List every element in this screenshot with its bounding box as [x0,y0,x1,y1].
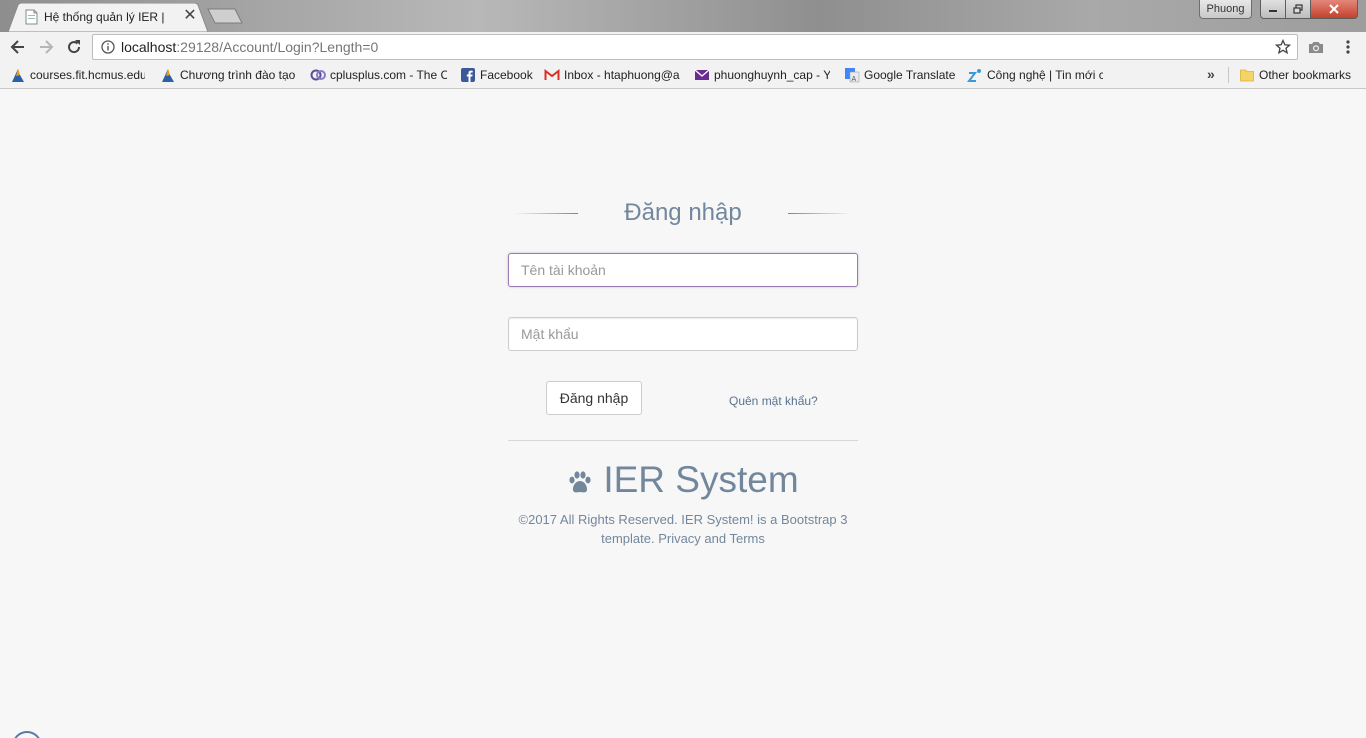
moodle-icon [10,67,26,83]
other-bookmarks-label: Other bookmarks [1259,68,1352,82]
svg-text:A: A [852,76,857,83]
bookmark-star-icon[interactable] [1275,39,1291,55]
profile-button[interactable]: Phuong [1199,0,1252,19]
bookmark-label: courses.fit.hcmus.edu [30,68,145,82]
restore-button[interactable] [1286,0,1311,19]
bookmark-label: cplusplus.com - The C [330,68,447,82]
tab-close-icon[interactable]: ✕ [183,8,197,24]
bookmark-label: Google Translate [864,68,956,82]
page-favicon-icon [25,9,38,25]
url-host: localhost [121,39,177,55]
bookmark-label: Công nghệ | Tin mới c [987,68,1103,82]
bookmark-label: phuonghuynh_cap - Y [714,68,830,82]
minimize-icon [1269,10,1277,12]
bookmark-item[interactable]: Chương trình đào tạo [160,67,295,83]
copyright-text: ©2017 All Rights Reserved. IER System! i… [518,512,848,546]
zing-icon [967,67,983,83]
bookmark-item[interactable]: Inbox - htaphuong@a [544,67,680,83]
window-close-icon [1329,4,1339,14]
browser-menu-icon[interactable] [1343,39,1353,55]
bookmarks-overflow-chevron-icon[interactable]: » [1207,66,1215,82]
url-path: :29128/Account/Login?Length=0 [176,39,379,55]
other-bookmarks[interactable]: Other bookmarks [1239,67,1351,83]
bookmark-item[interactable]: cplusplus.com - The C [310,67,447,83]
login-button[interactable]: Đăng nhập [546,381,642,415]
browser-toolbar: localhost:29128/Account/Login?Length=0 [0,32,1366,62]
username-input[interactable] [508,253,858,287]
gmail-icon [544,67,560,83]
facebook-icon [460,67,476,83]
bookmark-label: Facebook [480,68,533,82]
moodle-icon [160,67,176,83]
bookmark-item[interactable]: courses.fit.hcmus.edu [10,67,145,83]
bookmark-label: Inbox - htaphuong@a [564,68,680,82]
tab-title: Hệ thống quản lý IER | [44,10,165,24]
bookmark-item[interactable]: Facebook [460,67,533,83]
section-divider [508,440,858,441]
bookmark-label: Chương trình đào tạo [180,68,296,82]
bookmark-item[interactable]: Công nghệ | Tin mới c [967,67,1103,83]
new-tab-button[interactable] [207,8,243,24]
window-close-button[interactable] [1311,0,1358,19]
heading-line-right [788,213,852,214]
forgot-password-link[interactable]: Quên mật khẩu? [729,394,818,408]
login-heading-row: Đăng nhập [508,198,858,228]
bookmark-item[interactable]: A Google Translate [844,67,955,83]
yahoo-mail-icon [694,67,710,83]
address-bar[interactable]: localhost:29128/Account/Login?Length=0 [92,34,1298,60]
site-info-icon[interactable] [101,40,115,54]
reload-icon[interactable] [64,37,84,57]
minimize-button[interactable] [1260,0,1286,19]
back-arrow-icon[interactable] [8,37,28,57]
url-text[interactable]: localhost:29128/Account/Login?Length=0 [121,39,378,56]
paw-icon [569,471,591,493]
forward-arrow-icon[interactable] [36,37,56,57]
bookmarks-separator [1228,67,1229,83]
browser-titlebar: Hệ thống quản lý IER | ✕ Phuong [0,0,1366,32]
window-controls [1260,0,1358,19]
restore-icon [1293,4,1303,14]
folder-icon [1239,67,1255,83]
browser-tab-active[interactable]: Hệ thống quản lý IER | ✕ [8,3,208,32]
login-page: Đăng nhập Đăng nhập Quên mật khẩu? IER S… [0,90,1366,738]
password-input[interactable] [508,317,858,351]
bookmarks-bar: courses.fit.hcmus.edu Chương trình đào t… [0,62,1366,89]
cplusplus-icon [310,67,326,83]
google-translate-icon: A [844,67,860,83]
brand-name: IER System [603,459,799,500]
camera-icon[interactable] [1308,40,1324,54]
bookmark-item[interactable]: phuonghuynh_cap - Y [694,67,830,83]
brand-block: IER System [508,458,858,502]
